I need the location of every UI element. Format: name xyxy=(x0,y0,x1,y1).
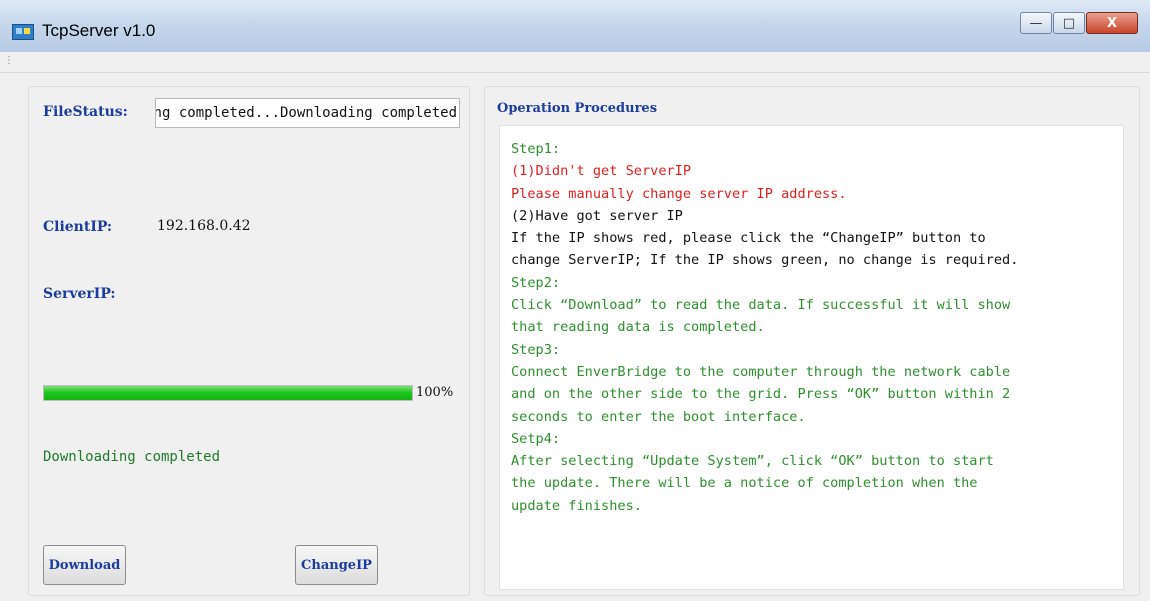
procedure-line: Connect EnverBridge to the computer thro… xyxy=(511,363,1011,380)
changeip-button[interactable]: ChangeIP xyxy=(295,545,378,585)
download-progress-bar xyxy=(43,385,413,401)
filestatus-field[interactable]: Downloading completed...Downloading comp… xyxy=(155,98,460,128)
procedure-line: Please manually change server IP address… xyxy=(511,185,847,202)
progress-percent: 100% xyxy=(416,385,454,400)
grip-icon[interactable]: ⋮ xyxy=(4,55,14,66)
procedure-line: Click “Download” to read the data. If su… xyxy=(511,297,1011,314)
close-button[interactable]: X xyxy=(1086,12,1138,34)
procedure-line: (2)Have got server IP xyxy=(511,207,683,224)
serverip-label: ServerIP: xyxy=(43,286,116,302)
window-title: TcpServer v1.0 xyxy=(42,21,156,40)
procedure-line: update finishes. xyxy=(511,497,642,514)
procedure-line: and on the other side to the grid. Press… xyxy=(511,386,1011,403)
procedure-line: If the IP shows red, please click the “C… xyxy=(511,230,986,247)
operation-procedures-title: Operation Procedures xyxy=(497,101,658,116)
minimize-button[interactable]: — xyxy=(1020,12,1052,34)
download-button[interactable]: Download xyxy=(43,545,126,585)
procedure-line: Setp4: xyxy=(511,430,561,447)
progress-fill xyxy=(44,386,412,400)
procedure-line: the update. There will be a notice of co… xyxy=(511,475,978,492)
procedure-line: that reading data is completed. xyxy=(511,319,765,336)
clientip-value: 192.168.0.42 xyxy=(157,218,251,234)
app-icon xyxy=(12,24,34,40)
clientip-label: ClientIP: xyxy=(43,219,113,235)
procedure-line: (1)Didn't get ServerIP xyxy=(511,163,692,180)
download-status-text: Downloading completed xyxy=(43,449,221,465)
procedure-line: seconds to enter the boot interface. xyxy=(511,408,806,425)
procedure-line: After selecting “Update System”, click “… xyxy=(511,453,994,470)
procedure-line: Step3: xyxy=(511,341,561,358)
app-window: TcpServer v1.0 — □ X ⋮ FileStatus: Downl… xyxy=(0,0,1150,601)
left-panel xyxy=(28,86,470,596)
title-bar[interactable]: TcpServer v1.0 — □ X xyxy=(0,0,1150,53)
filestatus-value: Downloading completed...Downloading comp… xyxy=(155,105,457,121)
procedure-line: Step1: xyxy=(511,141,561,157)
procedure-line: Step2: xyxy=(511,274,561,291)
maximize-button[interactable]: □ xyxy=(1053,12,1085,34)
filestatus-label: FileStatus: xyxy=(43,104,128,120)
operation-procedures-textbox[interactable]: Step1: (1)Didn't get ServerIP Please manua… xyxy=(499,125,1124,590)
menu-strip: ⋮ xyxy=(0,52,1150,73)
procedure-line: change ServerIP; If the IP shows green, … xyxy=(511,252,1019,269)
caption-buttons: — □ X xyxy=(1019,12,1138,34)
